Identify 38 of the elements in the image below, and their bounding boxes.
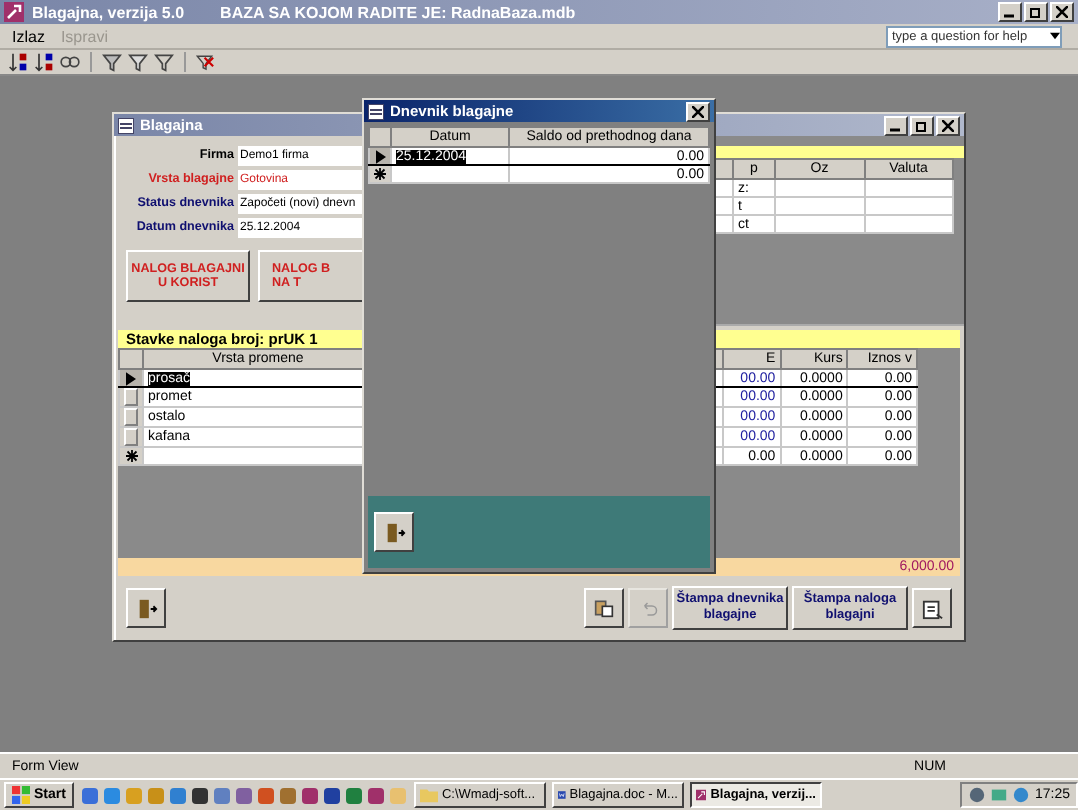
program-icon[interactable]	[365, 785, 386, 805]
restore-icon	[916, 119, 928, 131]
report-button[interactable]	[912, 588, 952, 628]
paste-icon	[594, 598, 614, 618]
paste-button[interactable]	[584, 588, 624, 628]
document-magnifier-icon	[921, 597, 943, 619]
program-icon[interactable]	[299, 785, 320, 805]
app-title: Blagajna, verzija 5.0	[32, 3, 185, 21]
undo-icon	[639, 599, 657, 617]
close-icon	[692, 105, 704, 117]
document-icon	[557, 786, 566, 804]
windows-logo-icon	[12, 786, 30, 804]
restore-icon	[1030, 6, 1042, 18]
sort-descending-icon[interactable]	[34, 52, 54, 72]
record-selector[interactable]	[124, 408, 138, 426]
database-note: BAZA SA KOJOM RADITE JE: RadnaBaza.mdb	[220, 3, 576, 21]
record-selector[interactable]	[124, 388, 138, 406]
close-icon	[1056, 6, 1068, 18]
record-selector[interactable]	[124, 428, 138, 446]
sort-ascending-icon[interactable]	[8, 52, 28, 72]
door-arrow-icon	[383, 521, 405, 543]
close-icon	[942, 119, 954, 131]
program-icon[interactable]	[321, 785, 342, 805]
exit-button[interactable]	[126, 588, 166, 628]
restore-button[interactable]	[1024, 2, 1048, 22]
dropdown-caret-icon	[1050, 32, 1060, 40]
remove-filter-icon[interactable]	[196, 52, 216, 72]
menu-item[interactable]: Izlaz	[12, 27, 45, 45]
program-icon[interactable]	[189, 785, 210, 805]
close-button[interactable]	[1050, 2, 1074, 22]
folder-icon	[419, 786, 438, 804]
door-arrow-icon	[135, 597, 157, 619]
minimize-button[interactable]	[998, 2, 1022, 22]
exit-button[interactable]	[374, 512, 414, 552]
form-icon	[368, 103, 384, 119]
form-icon	[118, 117, 134, 133]
find-icon[interactable]	[60, 52, 80, 72]
close-button[interactable]	[686, 101, 710, 121]
